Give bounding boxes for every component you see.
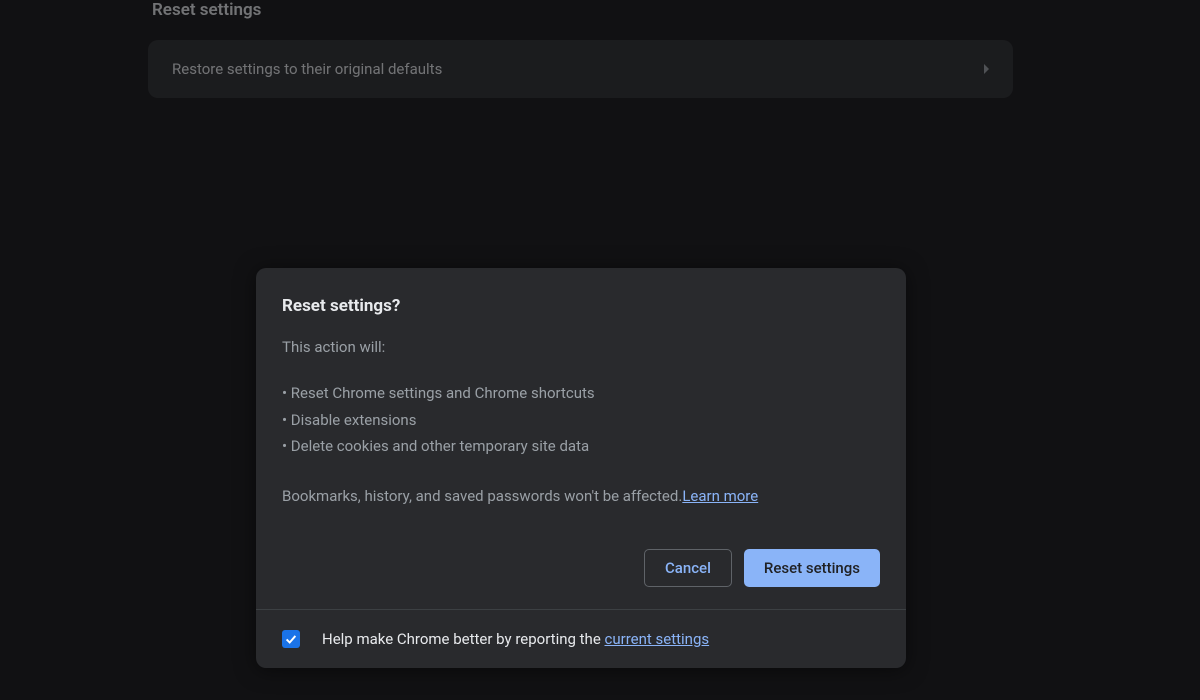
dialog-intro: This action will: <box>282 334 880 360</box>
cancel-button[interactable]: Cancel <box>644 549 732 587</box>
dialog-description: This action will: • Reset Chrome setting… <box>282 334 880 509</box>
dialog-bullet: • Reset Chrome settings and Chrome short… <box>282 380 880 406</box>
dialog-bullet-list: • Reset Chrome settings and Chrome short… <box>282 380 880 459</box>
learn-more-link[interactable]: Learn more <box>682 487 758 505</box>
dialog-title: Reset settings? <box>282 296 880 316</box>
dialog-footer-text: Bookmarks, history, and saved passwords … <box>282 483 880 509</box>
restore-defaults-label: Restore settings to their original defau… <box>172 60 442 78</box>
check-icon <box>284 632 298 646</box>
reset-settings-dialog: Reset settings? This action will: • Rese… <box>256 268 906 668</box>
report-label: Help make Chrome better by reporting the… <box>322 630 709 648</box>
current-settings-link[interactable]: current settings <box>605 630 710 648</box>
section-heading: Reset settings <box>152 0 1013 20</box>
reset-settings-section: Reset settings Restore settings to their… <box>148 0 1013 98</box>
dialog-actions: Cancel Reset settings <box>282 549 880 587</box>
dialog-body: Reset settings? This action will: • Rese… <box>256 268 906 609</box>
dialog-bullet: • Delete cookies and other temporary sit… <box>282 433 880 459</box>
dialog-report-footer: Help make Chrome better by reporting the… <box>256 609 906 668</box>
report-checkbox[interactable] <box>282 630 300 648</box>
reset-settings-button[interactable]: Reset settings <box>744 549 880 587</box>
restore-defaults-row[interactable]: Restore settings to their original defau… <box>148 40 1013 98</box>
dialog-bullet: • Disable extensions <box>282 407 880 433</box>
chevron-right-icon <box>984 64 989 74</box>
